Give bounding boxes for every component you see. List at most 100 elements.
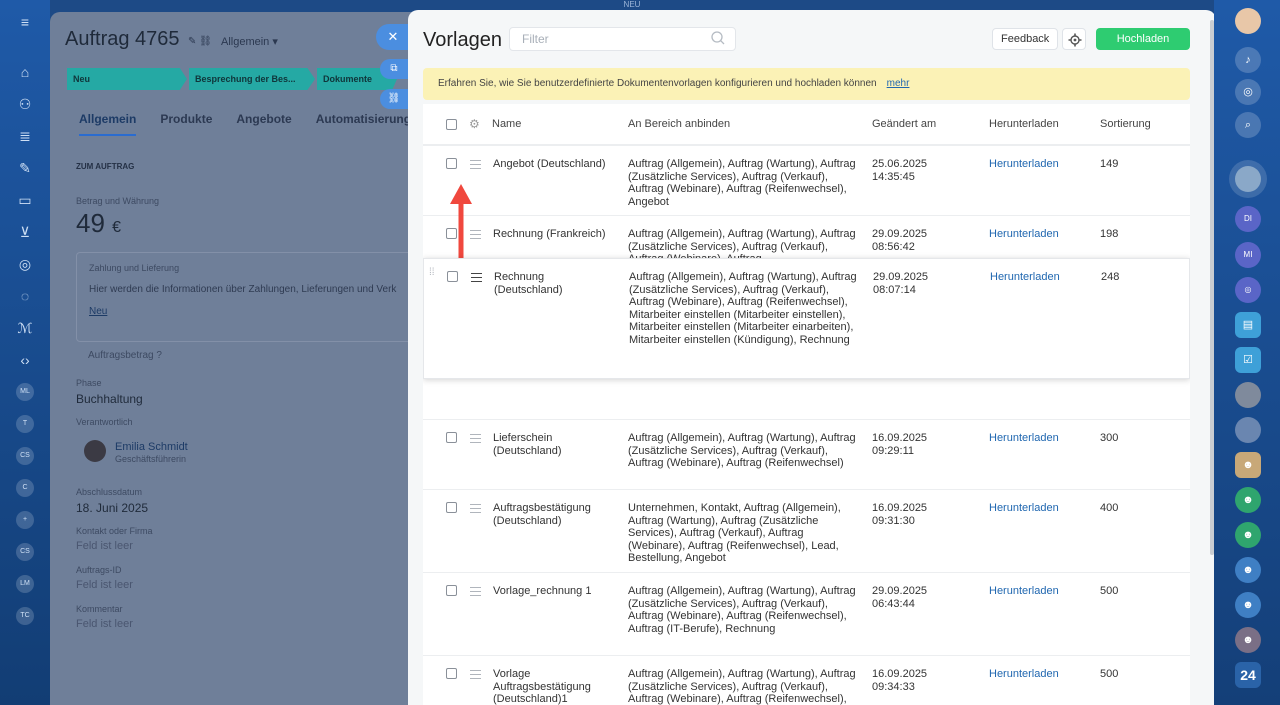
cart-icon[interactable]: ⊻ [15, 222, 35, 242]
help-icon[interactable]: ? [156, 350, 162, 361]
select-all-checkbox[interactable] [446, 119, 457, 130]
activity-icon[interactable]: ◎ [1235, 79, 1261, 105]
chat-avatar-di[interactable]: DI [1235, 206, 1261, 232]
tab-offers[interactable]: Angebote [236, 112, 291, 136]
chat-search-icon[interactable]: ⌕ [1235, 112, 1261, 138]
download-link[interactable]: Herunterladen [989, 668, 1059, 680]
close-panel-button[interactable]: ✕ [376, 24, 410, 50]
download-link[interactable]: Herunterladen [989, 432, 1059, 444]
empty-field-value[interactable]: Feld ist leer [76, 540, 133, 552]
tab-general[interactable]: Allgemein [79, 112, 137, 136]
group-chat-icon[interactable]: ☻ [1235, 592, 1261, 618]
phase-value[interactable]: Buchhaltung [76, 392, 143, 406]
copy-link-icon[interactable]: ⛓ [380, 89, 408, 109]
column-sort[interactable]: Sortierung [1100, 104, 1151, 144]
download-link[interactable]: Herunterladen [990, 271, 1060, 283]
filter-input[interactable] [509, 27, 736, 51]
empty-field-value[interactable]: Feld ist leer [76, 618, 133, 630]
group-chat-icon[interactable]: ☻ [1235, 627, 1261, 653]
target-icon[interactable]: ◎ [15, 254, 35, 274]
chat-bubble-icon[interactable]: ▤ [1235, 312, 1261, 338]
group-icon[interactable]: ☻ [1235, 452, 1261, 478]
more-link[interactable]: mehr [887, 78, 910, 89]
avatar[interactable] [1235, 166, 1261, 192]
home-icon[interactable]: ⌂ [15, 62, 35, 82]
download-link[interactable]: Herunterladen [989, 228, 1059, 240]
upload-button[interactable]: Hochladen [1096, 28, 1190, 50]
download-link[interactable]: Herunterladen [989, 502, 1059, 514]
template-bindings: Auftrag (Allgemein), Auftrag (Wartung), … [628, 585, 856, 635]
crm-icon[interactable]: ⚇ [15, 94, 35, 114]
row-checkbox[interactable] [446, 432, 457, 443]
drag-handle-icon[interactable] [470, 160, 481, 169]
table-row[interactable]: Vorlage_rechnung 1 Auftrag (Allgemein), … [423, 572, 1190, 655]
rail-app-cs2[interactable]: CS [16, 543, 34, 561]
group-chat-icon[interactable]: ☻ [1235, 557, 1261, 583]
search-icon[interactable] [710, 30, 726, 46]
rail-app-c[interactable]: C [16, 479, 34, 497]
rail-app-tc[interactable]: TC [16, 607, 34, 625]
empty-field-value[interactable]: Feld ist leer [76, 579, 133, 591]
date-value[interactable]: 18. Juni 2025 [76, 501, 148, 515]
table-row-dragging[interactable]: ⁞⁞ Rechnung (Deutschland) Auftrag (Allge… [423, 258, 1190, 379]
settings-button[interactable] [1062, 28, 1086, 50]
drag-handle-icon[interactable] [471, 273, 482, 282]
tab-products[interactable]: Produkte [160, 112, 212, 136]
avatar[interactable] [1235, 382, 1261, 408]
filter-stack-icon[interactable]: ≣ [15, 126, 35, 146]
bell-icon[interactable]: ♪ [1235, 47, 1261, 73]
table-row[interactable]: Lieferschein (Deutschland) Auftrag (Allg… [423, 419, 1190, 490]
column-settings-icon[interactable]: ⚙ [469, 104, 480, 144]
download-link[interactable]: Herunterladen [989, 585, 1059, 597]
edit-icon[interactable]: ✎ [15, 158, 35, 178]
table-row[interactable]: Auftragsbestätigung (Deutschland) Untern… [423, 489, 1190, 572]
stage-new[interactable]: Neu [67, 68, 187, 90]
order-category[interactable]: Allgemein ▾ [221, 35, 278, 48]
open-new-window-icon[interactable]: ⧉ [380, 59, 408, 79]
edit-pencil-icon[interactable]: ✎ ⛓ [188, 36, 212, 47]
chat-avatar-mi[interactable]: MI [1235, 242, 1261, 268]
row-checkbox[interactable] [446, 668, 457, 679]
rail-app-ml[interactable]: ML [16, 383, 34, 401]
menu-icon[interactable]: ≡ [15, 12, 35, 32]
column-changed[interactable]: Geändert am [872, 104, 936, 144]
drag-handle-icon[interactable] [470, 670, 481, 679]
avatar[interactable] [84, 440, 106, 462]
code-icon[interactable]: ‹› [15, 350, 35, 370]
column-bind[interactable]: An Bereich anbinden [628, 104, 730, 144]
drag-handle-icon[interactable] [470, 504, 481, 513]
row-checkbox[interactable] [447, 271, 458, 282]
column-name[interactable]: Name [492, 104, 521, 144]
table-row[interactable]: Vorlage Auftragsbestätigung (Deutschland… [423, 655, 1190, 705]
group-chat-icon[interactable]: ☻ [1235, 487, 1261, 513]
tab-automation[interactable]: Automatisierung [316, 112, 411, 136]
table-row[interactable]: Rechnung (Frankreich) Auftrag (Allgemein… [423, 215, 1190, 258]
circle-app-icon[interactable]: ◌ [15, 286, 35, 306]
column-download[interactable]: Herunterladen [989, 104, 1059, 144]
group-chat-icon[interactable]: ☻ [1235, 522, 1261, 548]
channel-icon[interactable]: ◎ [1235, 277, 1261, 303]
rail-app-lm[interactable]: LM [16, 575, 34, 593]
table-row[interactable]: Angebot (Deutschland) Auftrag (Allgemein… [423, 145, 1190, 216]
rail-app-t[interactable]: T [16, 415, 34, 433]
drag-handle-icon[interactable] [470, 587, 481, 596]
payment-new-link[interactable]: Neu [89, 306, 107, 317]
feedback-button[interactable]: Feedback [992, 28, 1059, 50]
counter-badge[interactable]: 24 [1235, 662, 1261, 688]
rail-app-plus[interactable]: + [16, 511, 34, 529]
avatar[interactable] [1235, 8, 1261, 34]
card-icon[interactable]: ▭ [15, 190, 35, 210]
download-link[interactable]: Herunterladen [989, 158, 1059, 170]
rail-app-cs[interactable]: CS [16, 447, 34, 465]
task-icon[interactable]: ☑ [1235, 347, 1261, 373]
responsible-name[interactable]: Emilia Schmidt [115, 441, 188, 453]
stage-discussion[interactable]: Besprechung der Bes... [189, 68, 315, 90]
lines-app-icon[interactable]: ℳ [15, 318, 35, 338]
avatar[interactable] [1235, 417, 1261, 443]
drag-grip-icon[interactable]: ⁞⁞ [429, 268, 437, 284]
sort-value: 198 [1100, 228, 1119, 240]
row-checkbox[interactable] [446, 502, 457, 513]
drag-handle-icon[interactable] [470, 434, 481, 443]
row-checkbox[interactable] [446, 158, 457, 169]
row-checkbox[interactable] [446, 585, 457, 596]
